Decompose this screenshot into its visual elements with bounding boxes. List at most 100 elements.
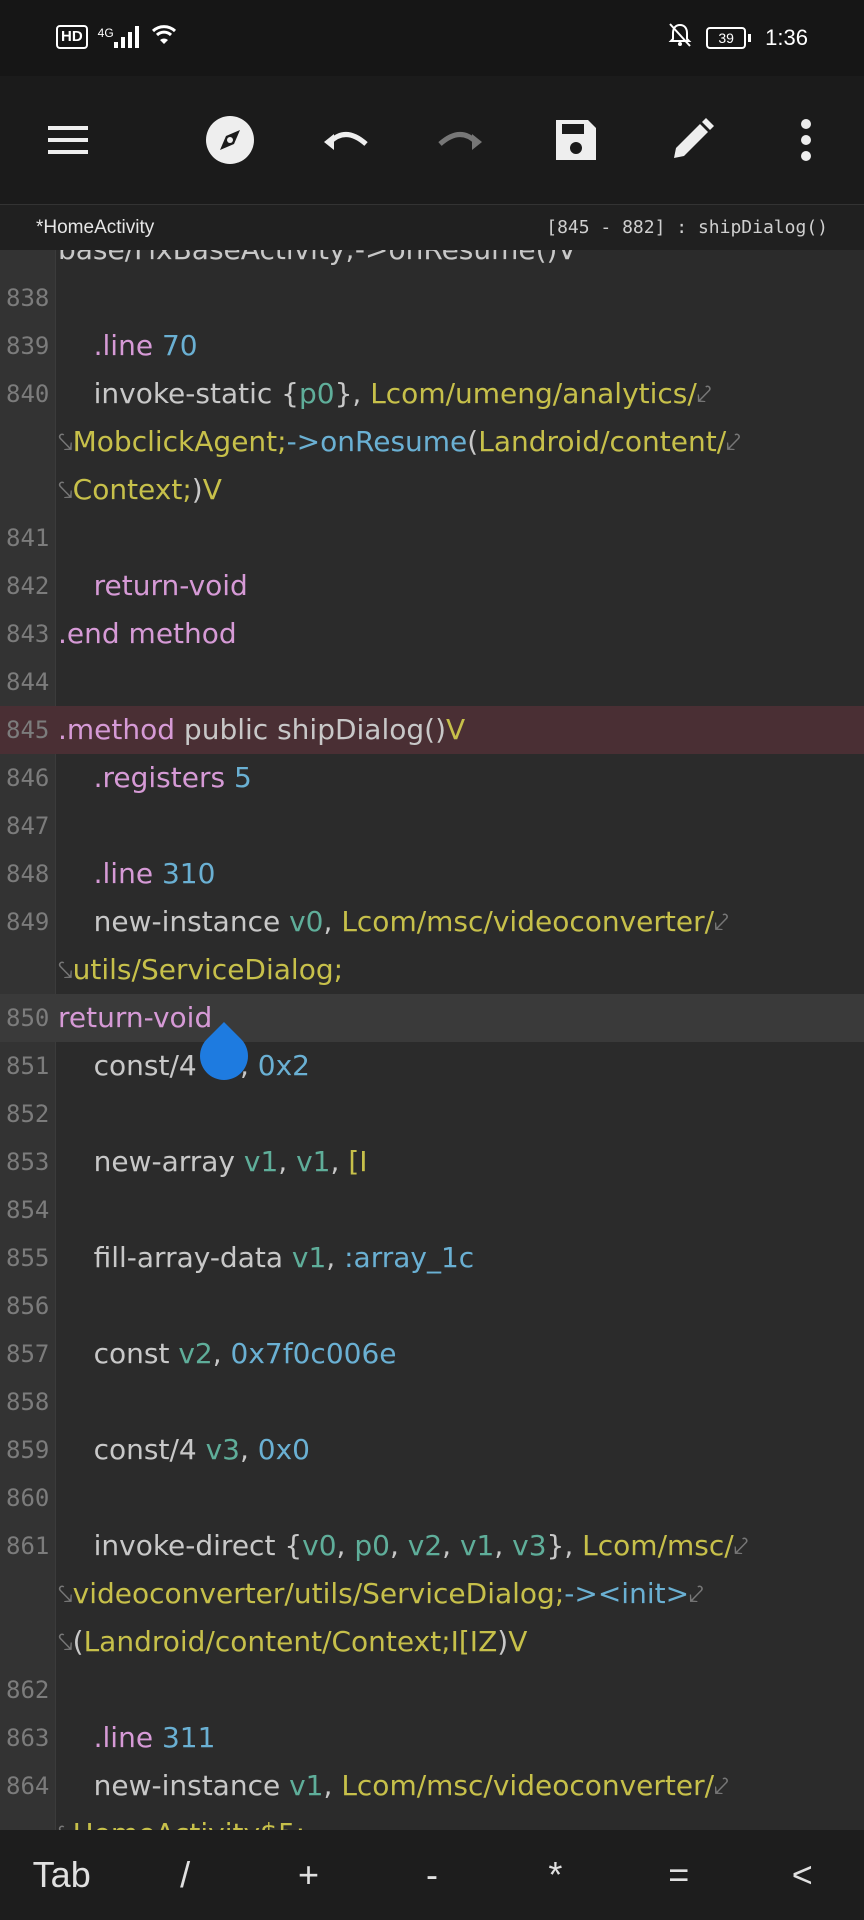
code-token: , [212, 1337, 231, 1370]
code-text: .method public shipDialog()V [58, 706, 465, 754]
code-token: 0x2 [257, 1049, 310, 1082]
line-wrap-icon: ⤥ [58, 956, 73, 986]
key-4[interactable]: * [525, 1854, 585, 1896]
code-line[interactable]: 856 [0, 1282, 864, 1330]
code-line[interactable]: 847 [0, 802, 864, 850]
code-token: ->onResume [286, 425, 468, 458]
method-range-info[interactable]: [845 - 882] : shipDialog() [546, 217, 828, 238]
undo-icon[interactable] [314, 108, 378, 172]
code-editor[interactable]: base/FixBaseActivity;->onResume()V 838 839… [0, 250, 864, 1830]
code-line[interactable]: 864 new-instance v1, Lcom/msc/videoconve… [0, 1762, 864, 1810]
line-number: 855 [6, 1244, 50, 1272]
code-line[interactable]: 845 .method public shipDialog()V [0, 706, 864, 754]
code-token: :array_1c [344, 1241, 475, 1274]
code-line[interactable]: ⤥MobclickAgent;->onResume(Landroid/conte… [0, 418, 864, 466]
code-line[interactable]: 842 return-void [0, 562, 864, 610]
code-line[interactable]: 852 [0, 1090, 864, 1138]
code-line[interactable]: 851 const/4 v1, 0x2 [0, 1042, 864, 1090]
code-token: ) [497, 1625, 509, 1658]
code-line[interactable]: ⤥(Landroid/content/Context;I[IZ)V [0, 1618, 864, 1666]
code-line[interactable]: 860 [0, 1474, 864, 1522]
line-number: 838 [6, 284, 50, 312]
symbol-key-bar: Tab / + - * = < [0, 1830, 864, 1920]
code-token: new-instance [58, 905, 290, 938]
code-line[interactable]: 846 .registers 5 [0, 754, 864, 802]
code-line[interactable]: 839 .line 70 [0, 322, 864, 370]
line-number: 851 [6, 1052, 50, 1080]
code-token: [I [348, 1145, 368, 1178]
code-line[interactable]: 838 [0, 274, 864, 322]
code-line[interactable]: 861 invoke-direct {v0, p0, v2, v1, v3}, … [0, 1522, 864, 1570]
more-icon[interactable] [774, 108, 838, 172]
line-wrap-icon: ⤥ [58, 428, 73, 458]
code-line[interactable]: 843 .end method [0, 610, 864, 658]
code-line[interactable]: 862 [0, 1666, 864, 1714]
code-token: Lcom/msc/ [582, 1529, 734, 1562]
key-3[interactable]: - [402, 1854, 462, 1896]
compass-icon[interactable] [198, 108, 262, 172]
key-6[interactable]: < [772, 1854, 832, 1896]
code-line[interactable]: 858 [0, 1378, 864, 1426]
code-token: , [239, 1433, 258, 1466]
redo-icon[interactable] [428, 108, 492, 172]
line-wrap-icon: ⤦ [733, 1532, 749, 1562]
code-line[interactable]: 844 [0, 658, 864, 706]
code-text: base/FixBaseActivity;->onResume()V [58, 250, 577, 274]
key-2[interactable]: + [279, 1854, 339, 1896]
key-1[interactable]: / [155, 1854, 215, 1896]
code-line[interactable]: 841 [0, 514, 864, 562]
code-token: ( [467, 425, 479, 458]
line-number: 850 [6, 1004, 50, 1032]
code-line[interactable]: ⤥Context;)V [0, 466, 864, 514]
code-line[interactable]: 840 invoke-static {p0}, Lcom/umeng/analy… [0, 370, 864, 418]
code-token: MobclickAgent; [72, 425, 287, 458]
code-line[interactable]: 853 new-array v1, v1, [I [0, 1138, 864, 1186]
code-token: fill-array-data [58, 1241, 292, 1274]
code-line[interactable]: 857 const v2, 0x7f0c006e [0, 1330, 864, 1378]
code-line[interactable]: 855 fill-array-data v1, :array_1c [0, 1234, 864, 1282]
code-line[interactable]: 854 [0, 1186, 864, 1234]
key-0[interactable]: Tab [32, 1854, 92, 1896]
code-token: .method [58, 713, 176, 746]
menu-icon[interactable] [36, 108, 100, 172]
code-line[interactable]: ⤥HomeActivity$5; [0, 1810, 864, 1830]
code-text: invoke-static {p0}, Lcom/umeng/analytics… [58, 370, 712, 419]
network-type: 4G [97, 26, 114, 40]
code-token: v0 [289, 905, 324, 938]
code-line[interactable]: ⤥videoconverter/utils/ServiceDialog;-><i… [0, 1570, 864, 1618]
code-token: p0 [354, 1529, 390, 1562]
code-token: }, [334, 377, 371, 410]
code-token: public shipDialog() [175, 713, 446, 746]
code-line[interactable]: 848 .line 310 [0, 850, 864, 898]
line-number: 861 [6, 1532, 50, 1560]
code-token: .end method [58, 617, 237, 650]
code-token: invoke-direct { [58, 1529, 303, 1562]
code-text: .line 310 [58, 850, 216, 898]
code-token: v2 [178, 1337, 213, 1370]
line-number: 856 [6, 1292, 50, 1320]
code-token: const/4 [58, 1049, 206, 1082]
code-line[interactable]: ⤥utils/ServiceDialog; [0, 946, 864, 994]
file-tab[interactable]: *HomeActivity [36, 217, 154, 239]
code-token: v3 [512, 1529, 547, 1562]
code-token: 311 [161, 1721, 216, 1754]
save-icon[interactable] [544, 108, 608, 172]
code-token: v0 [302, 1529, 337, 1562]
code-line[interactable]: 849 new-instance v0, Lcom/msc/videoconve… [0, 898, 864, 946]
edit-icon[interactable] [660, 108, 724, 172]
code-token: Lcom/umeng/analytics/ [370, 377, 697, 410]
line-number: 852 [6, 1100, 50, 1128]
code-text: new-array v1, v1, [I [58, 1138, 368, 1186]
code-line[interactable]: 863 .line 311 [0, 1714, 864, 1762]
code-token: , [389, 1529, 408, 1562]
code-token: return-void [93, 569, 248, 602]
line-wrap-icon: ⤦ [689, 1580, 704, 1610]
code-line[interactable]: 859 const/4 v3, 0x0 [0, 1426, 864, 1474]
code-text: const v2, 0x7f0c006e [58, 1330, 397, 1378]
code-line[interactable]: 850 return-void [0, 994, 864, 1042]
key-5[interactable]: = [649, 1854, 709, 1896]
code-line[interactable]: base/FixBaseActivity;->onResume()V [0, 250, 864, 274]
